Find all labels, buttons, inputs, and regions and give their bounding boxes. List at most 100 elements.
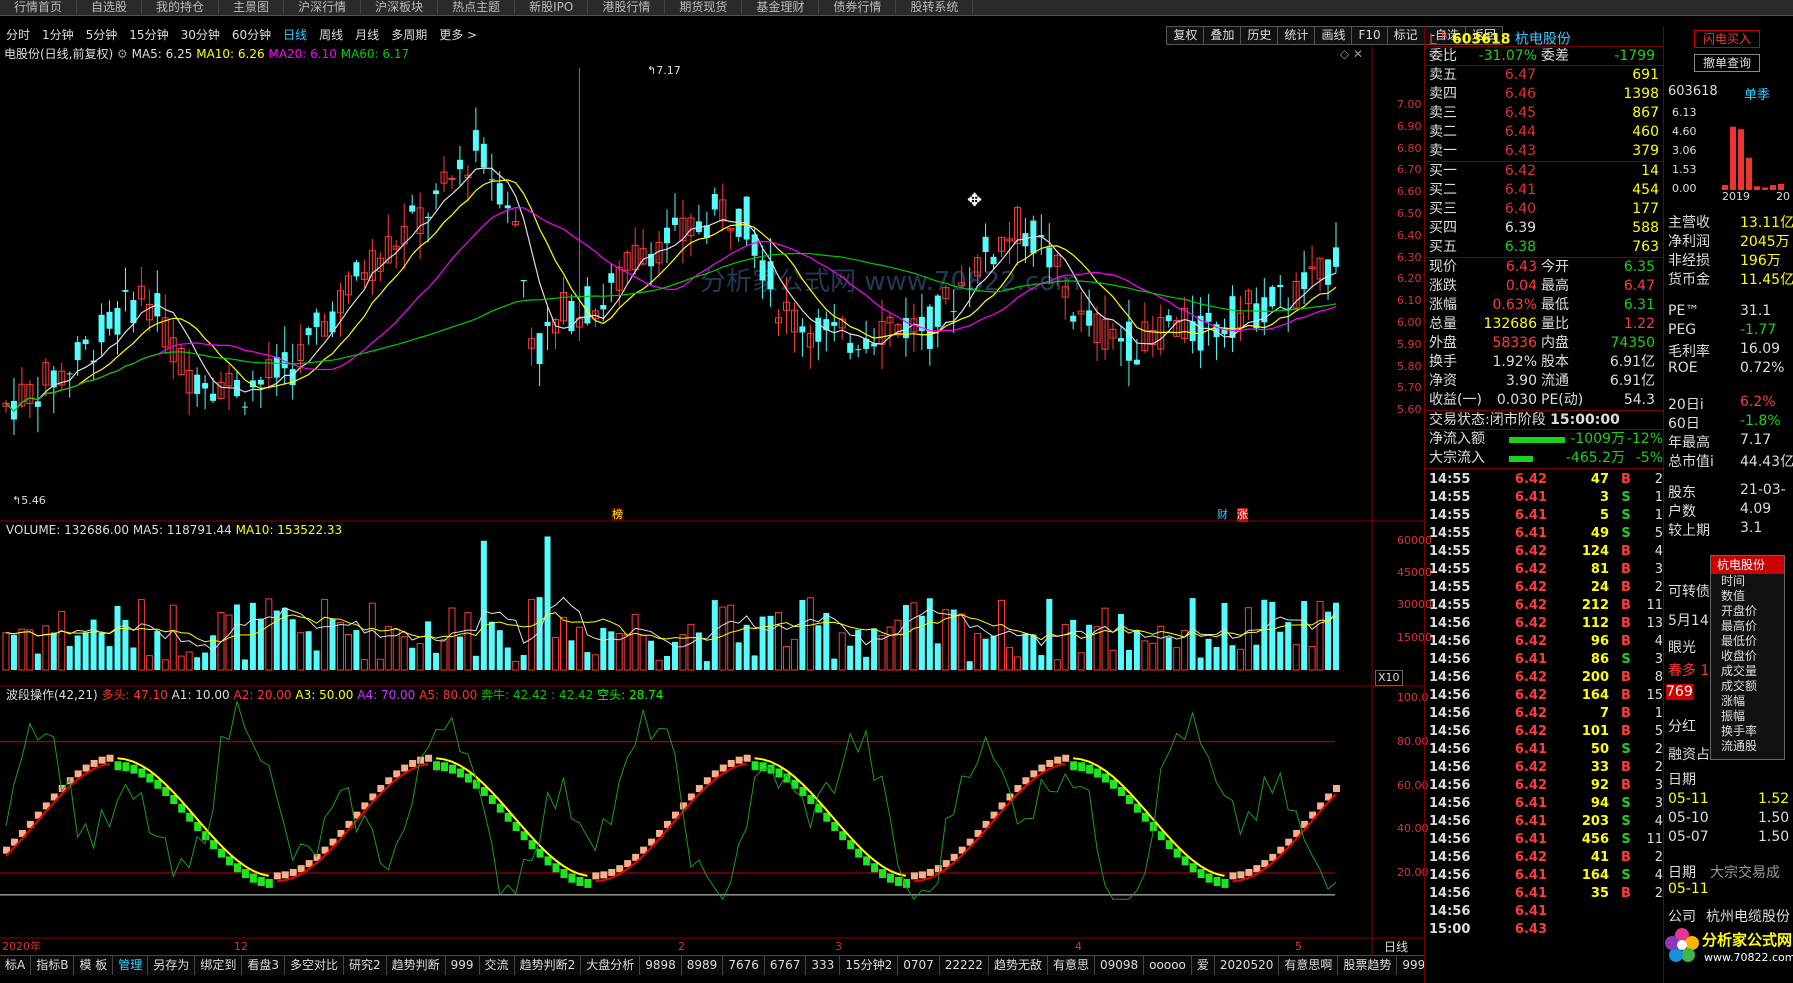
top-menu-item[interactable]: 我的持仓 [142, 0, 220, 14]
tick-list[interactable]: 14:55 6.42 47 B 2 14:55 6.41 3 S 1 14:55 6.41 5 S 1 14:… [1425, 469, 1663, 939]
indicator-tab[interactable]: 22222 [940, 956, 989, 975]
ma-settings-icon[interactable]: ⚙ [117, 47, 128, 61]
indicator-tab[interactable]: 趋势判断 [387, 956, 446, 975]
period-tab[interactable]: 多周期 [385, 26, 433, 45]
top-menu-item[interactable]: 沪深行情 [284, 0, 362, 14]
top-menu-item[interactable]: 主景图 [219, 0, 285, 14]
context-menu-item[interactable]: 时间 [1711, 574, 1784, 589]
indicator-tab[interactable]: 标A [0, 956, 32, 975]
indicator-tab[interactable]: 多空对比 [285, 956, 344, 975]
indicator-tab[interactable]: 333 [806, 956, 841, 975]
ask-row[interactable]: 卖二 6.44 460 [1425, 123, 1663, 142]
top-menu-item[interactable]: 热点主题 [438, 0, 516, 14]
context-menu-item[interactable]: 成交量 [1711, 664, 1784, 679]
ask-row[interactable]: 卖四 6.46 1398 [1425, 85, 1663, 104]
toolbar-button[interactable]: 复权 [1166, 26, 1205, 45]
top-menu-item[interactable]: 股转系统 [896, 0, 974, 14]
toolbar-button[interactable]: 标记 [1386, 26, 1425, 45]
f10-misc[interactable]: 769 [1666, 684, 1693, 700]
indicator-tab[interactable]: 有意思啊 [1279, 956, 1339, 975]
toolbar-button[interactable]: F10 [1351, 26, 1388, 45]
top-menu-item[interactable]: 港股行情 [588, 0, 666, 14]
bid-row[interactable]: 买五 6.38 763 [1425, 238, 1663, 257]
chart-options-icon[interactable]: ◇ ✕ [1340, 47, 1363, 61]
context-menu-item[interactable]: 收盘价 [1711, 649, 1784, 664]
indicator-tab[interactable]: 交流 [480, 956, 515, 975]
context-menu-item[interactable]: 杭电股份 [1711, 556, 1784, 574]
context-menu-item[interactable]: 换手率 [1711, 724, 1784, 739]
top-menu-item[interactable]: 自选股 [77, 0, 143, 14]
event-tag-bang[interactable]: 榜 [612, 508, 623, 522]
indicator-name[interactable]: 波段操作(42,21) [6, 688, 98, 702]
context-menu-item[interactable]: 流通股 [1711, 739, 1784, 754]
context-menu-item[interactable]: 开盘价 [1711, 604, 1784, 619]
context-menu-item[interactable]: 振幅 [1711, 709, 1784, 724]
indicator-tab[interactable]: 另存为 [148, 956, 196, 975]
f10-misc[interactable]: 可转债 [1668, 581, 1710, 601]
indicator-tab[interactable]: 研究2 [344, 956, 387, 975]
indicator-tab[interactable]: 爱 [1192, 956, 1215, 975]
cancel-query-button[interactable]: 撤单查询 [1694, 54, 1760, 72]
ask-row[interactable]: 卖一 6.43 379 [1425, 142, 1663, 161]
indicator-tab[interactable]: 999 [446, 956, 480, 975]
indicator-tab[interactable]: 绑定到 [195, 956, 243, 975]
indicator-tab[interactable]: 7676 [723, 956, 765, 975]
indicator-tab[interactable]: 看盘3 [242, 956, 285, 975]
period-tab[interactable]: 30分钟 [175, 26, 226, 45]
context-menu-item[interactable]: 最低价 [1711, 634, 1784, 649]
indicator-tab[interactable]: 模 板 [74, 956, 114, 975]
indicator-tab[interactable]: 有意思 [1048, 956, 1095, 975]
context-menu[interactable]: 杭电股份 时间 数值 开盘价 最高价 最低价 收盘价 成交量 成交额 涨幅 振幅 换手率 流通股 [1710, 555, 1785, 760]
f10-misc[interactable]: 融资占 [1668, 744, 1710, 764]
context-menu-item[interactable]: 成交额 [1711, 679, 1784, 694]
indicator-tab[interactable]: 8989 [682, 956, 724, 975]
period-tab[interactable]: 1分钟 [36, 26, 80, 45]
indicator-tab[interactable]: 2020520 [1215, 956, 1280, 975]
indicator-tab[interactable]: 趋势无敌 [989, 956, 1048, 975]
context-menu-item[interactable]: 数值 [1711, 589, 1784, 604]
indicator-tab[interactable]: 大盘分析 [581, 956, 641, 975]
top-menu-item[interactable]: 新股IPO [515, 0, 589, 14]
period-tab[interactable]: 分时 [0, 26, 36, 45]
indicator-tab[interactable]: 0707 [898, 956, 940, 975]
top-menu-item[interactable]: 行情首页 [0, 0, 78, 14]
period-tab[interactable]: 更多 > [433, 26, 483, 45]
indicator-tab[interactable]: ooooo [1144, 956, 1192, 975]
f10-misc[interactable]: 眼光 [1668, 637, 1696, 657]
top-menu-item[interactable]: 期货现货 [665, 0, 743, 14]
indicator-tab[interactable]: 趋势判断2 [515, 956, 582, 975]
period-tab[interactable]: 5分钟 [80, 26, 124, 45]
top-menu-item[interactable]: 沪深板块 [361, 0, 439, 14]
period-tab[interactable]: 月线 [349, 26, 385, 45]
indicator-tab[interactable]: 9898 [640, 956, 682, 975]
period-tab[interactable]: 周线 [313, 26, 349, 45]
period-tab[interactable]: 15分钟 [123, 26, 174, 45]
bid-row[interactable]: 买一 6.42 14 [1425, 162, 1663, 181]
indicator-tab[interactable]: 管理 [113, 956, 149, 975]
toolbar-button[interactable]: 叠加 [1203, 26, 1242, 45]
indicator-tab[interactable]: 指标B [31, 956, 75, 975]
context-menu-item[interactable]: 最高价 [1711, 619, 1784, 634]
period-tab[interactable]: 日线 [277, 26, 313, 45]
top-menu-item[interactable]: 基金理财 [742, 0, 820, 14]
toolbar-button[interactable]: 统计 [1277, 26, 1316, 45]
main-chart[interactable]: 分析家公式网 www.70822.com [0, 45, 1424, 955]
f10-misc[interactable]: 分红 [1668, 716, 1696, 736]
indicator-tab[interactable]: 09098 [1095, 956, 1145, 975]
bid-row[interactable]: 买四 6.39 588 [1425, 219, 1663, 238]
context-menu-item[interactable]: 涨幅 [1711, 694, 1784, 709]
top-menu-item[interactable]: 债券行情 [819, 0, 897, 14]
period-tab[interactable]: 60分钟 [226, 26, 277, 45]
ask-row[interactable]: 卖三 6.45 867 [1425, 104, 1663, 123]
toolbar-button[interactable]: 历史 [1240, 26, 1279, 45]
event-tag-cai[interactable]: 财 [1217, 508, 1228, 522]
flash-buy-button[interactable]: 闪电买入 [1694, 30, 1760, 48]
toolbar-button[interactable]: 画线 [1314, 26, 1353, 45]
indicator-tab[interactable]: 15分钟2 [840, 956, 899, 975]
event-tag-zhang[interactable]: 涨 [1237, 508, 1248, 522]
indicator-tab[interactable]: 99999k [1397, 956, 1424, 975]
bid-row[interactable]: 买二 6.41 454 [1425, 181, 1663, 200]
mini-season[interactable]: 单季 [1744, 84, 1770, 103]
indicator-tab[interactable]: 股票趋势 [1338, 956, 1398, 975]
bid-row[interactable]: 买三 6.40 177 [1425, 200, 1663, 219]
